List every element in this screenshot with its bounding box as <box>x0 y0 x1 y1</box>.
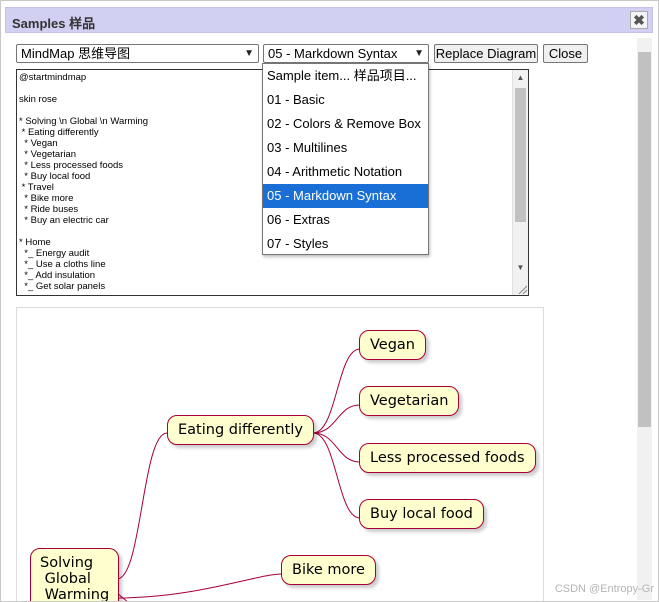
mindmap-node-branch: Eating differently <box>167 415 314 445</box>
sample-dropdown-list[interactable]: Sample item... 样品项目... 01 - Basic 02 - C… <box>262 63 429 255</box>
sample-select[interactable]: 05 - Markdown Syntax ▼ <box>263 44 429 63</box>
mindmap-node-leaf: Vegan <box>359 330 426 360</box>
samples-dialog: Samples 样品 ✖ MindMap 思维导图 ▼ 05 - Markdow… <box>0 0 659 602</box>
close-button[interactable]: Close <box>543 44 588 63</box>
sample-select-value: 05 - Markdown Syntax <box>268 46 398 61</box>
dropdown-option[interactable]: 07 - Styles <box>263 232 428 256</box>
dropdown-option[interactable]: 06 - Extras <box>263 208 428 232</box>
connector-root-bike <box>116 573 283 599</box>
chevron-down-icon: ▼ <box>414 48 424 59</box>
scroll-down-icon[interactable]: ▼ <box>513 263 528 272</box>
dropdown-option[interactable]: 01 - Basic <box>263 88 428 112</box>
diagram-type-value: MindMap 思维导图 <box>21 46 131 61</box>
connector-branch-local <box>312 432 361 519</box>
dialog-scrollbar[interactable] <box>637 38 652 600</box>
connector-root-branch <box>116 432 168 580</box>
dropdown-option[interactable]: Sample item... 样品项目... <box>263 64 428 88</box>
connector-branch-vegan <box>312 348 361 434</box>
mindmap-root-node: Solving Global Warming <box>30 548 120 601</box>
connector-branch-less <box>312 432 361 463</box>
editor-scrollbar[interactable]: ▲ ▼ <box>512 70 528 295</box>
connector-branch-vegetarian <box>312 404 361 434</box>
mindmap-node-leaf: Less processed foods <box>359 443 536 473</box>
dialog-scroll-thumb[interactable] <box>638 52 651 427</box>
mindmap-node-leaf: Bike more <box>281 555 376 585</box>
editor-scroll-thumb[interactable] <box>515 88 526 222</box>
dropdown-option[interactable]: 03 - Multilines <box>263 136 428 160</box>
chevron-down-icon: ▼ <box>244 48 254 59</box>
scroll-up-icon[interactable]: ▲ <box>513 73 528 82</box>
dialog-title: Samples 样品 <box>12 16 96 31</box>
dropdown-option-selected[interactable]: 05 - Markdown Syntax <box>263 184 428 208</box>
source-text[interactable]: @startmindmap skin rose * Solving \n Glo… <box>19 72 148 292</box>
diagram-preview: Eating differently Vegan Vegetarian Less… <box>16 307 544 601</box>
resize-grip-icon[interactable] <box>517 284 527 294</box>
dialog-titlebar: Samples 样品 ✖ <box>5 7 653 33</box>
close-icon[interactable]: ✖ <box>630 11 648 29</box>
diagram-type-select[interactable]: MindMap 思维导图 ▼ <box>16 44 259 63</box>
dropdown-option[interactable]: 02 - Colors & Remove Box <box>263 112 428 136</box>
replace-diagram-button[interactable]: Replace Diagram <box>434 44 538 63</box>
mindmap-node-leaf: Buy local food <box>359 499 484 529</box>
watermark: CSDN @Entropy-Gr <box>554 583 654 595</box>
mindmap-node-leaf: Vegetarian <box>359 386 460 416</box>
dropdown-option[interactable]: 04 - Arithmetic Notation <box>263 160 428 184</box>
